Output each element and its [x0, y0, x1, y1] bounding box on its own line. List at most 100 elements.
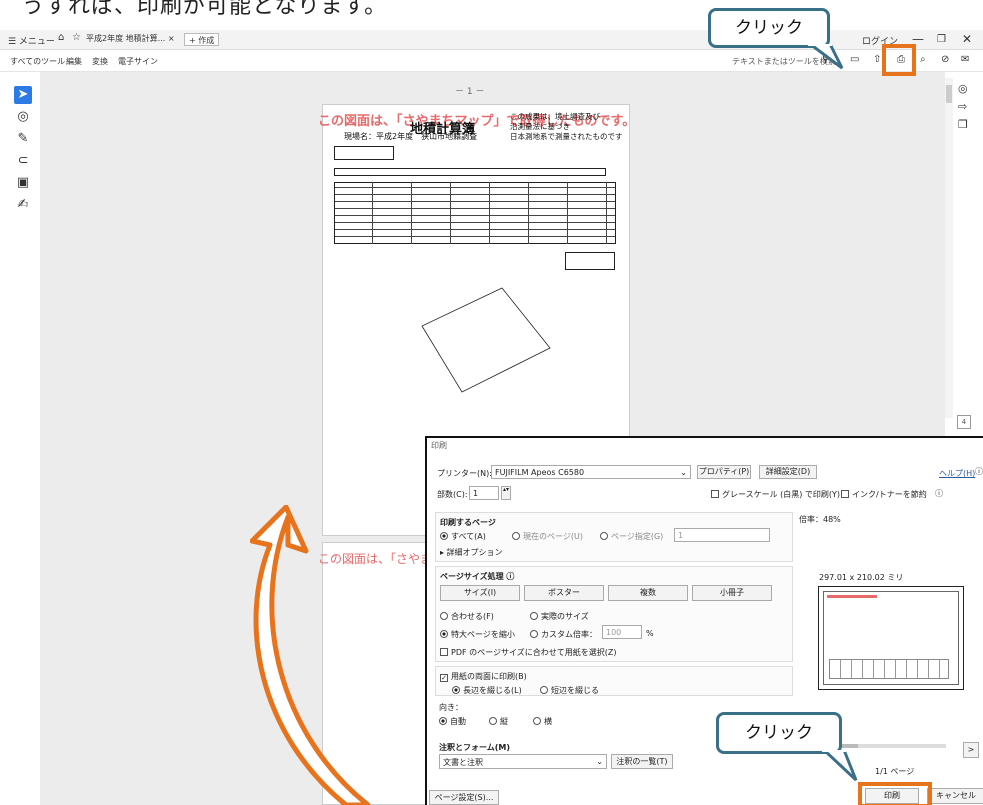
pdf-paper-checkbox[interactable]: PDF のページサイズに合わせて用紙を選択(Z): [440, 647, 616, 658]
next-page-button[interactable]: >: [963, 742, 979, 758]
page-sizing-info-icon[interactable]: ⓘ: [506, 572, 514, 581]
survey-note-line-1: この成果は、境土調査及び: [510, 112, 600, 121]
link-icon[interactable]: ⊘: [941, 54, 949, 65]
comments-select[interactable]: 文書と注釈 ⌄: [439, 754, 607, 769]
radio-shrink[interactable]: 特大ページを縮小: [440, 629, 515, 640]
radio-all[interactable]: すべて(A): [440, 531, 486, 542]
text-box-icon[interactable]: ▣: [14, 174, 32, 192]
radio-short-edge-dot[interactable]: [540, 686, 548, 694]
properties-button[interactable]: プロパティ(P): [697, 465, 751, 479]
radio-auto-dot[interactable]: [439, 717, 447, 725]
radio-shrink-dot[interactable]: [440, 630, 448, 638]
grayscale-checkbox[interactable]: グレースケール (白黒) で印刷(Y): [711, 489, 840, 500]
callout-top-tail: [807, 44, 844, 70]
upload-icon[interactable]: ⇧: [873, 54, 881, 65]
help-link[interactable]: ヘルプ(H): [939, 468, 975, 479]
radio-fit-dot[interactable]: [440, 612, 448, 620]
owner-row: [334, 168, 606, 176]
radio-auto[interactable]: 自動: [439, 716, 466, 727]
advanced-button[interactable]: 詳細設定(D): [759, 465, 817, 479]
mail-icon[interactable]: ✉: [961, 54, 969, 65]
size-button[interactable]: サイズ(I): [440, 585, 520, 601]
radio-range[interactable]: ページ指定(G): [600, 531, 663, 542]
panel-icon[interactable]: ▭: [850, 54, 859, 65]
radio-fit[interactable]: 合わせる(F): [440, 611, 494, 622]
radio-portrait-dot[interactable]: [489, 717, 497, 725]
poster-button[interactable]: ポスター: [524, 585, 604, 601]
radio-current-dot[interactable]: [512, 532, 520, 540]
save-ink-box[interactable]: [841, 490, 849, 498]
document-tab[interactable]: 平成2年度 地積計算... ×: [86, 33, 186, 47]
site-name: 現場名：平成2年度 狭山市地籍調査: [344, 132, 478, 141]
pen-icon[interactable]: ✎: [14, 130, 32, 148]
radio-range-dot[interactable]: [600, 532, 608, 540]
radio-shrink-label: 特大ページを縮小: [451, 630, 515, 639]
radio-custom[interactable]: カスタム倍率：: [530, 629, 597, 640]
signature-icon[interactable]: ✍: [14, 196, 32, 214]
select-arrow-icon[interactable]: ➤: [14, 86, 32, 104]
zoom-icon[interactable]: ◎: [958, 82, 968, 95]
copies-input[interactable]: 1: [469, 486, 499, 500]
help-icon[interactable]: ⓘ: [975, 466, 983, 477]
pdf-paper-box[interactable]: [440, 648, 448, 656]
duplex-checkbox[interactable]: ✓ 用紙の両面に印刷(B): [440, 671, 527, 682]
copies-label: 部数(C):: [437, 490, 468, 499]
info-icon: ⓘ: [935, 489, 943, 498]
export-icon[interactable]: ⇨: [958, 100, 967, 113]
menu-edit[interactable]: 編集: [66, 56, 82, 67]
preview-title-block: [829, 659, 949, 679]
grayscale-box[interactable]: [711, 490, 719, 498]
menu-convert[interactable]: 変換: [92, 56, 108, 67]
cancel-button[interactable]: キャンセル: [927, 788, 983, 804]
comments-list-button[interactable]: 注釈の一覧(T): [611, 754, 673, 769]
save-ink-label: インク/トナーを節約: [852, 490, 927, 499]
menu-all-tools[interactable]: すべてのツール: [10, 56, 65, 67]
more-options-toggle[interactable]: ▸ 詳細オプション: [440, 547, 503, 558]
comments-title: 注釈とフォーム(M): [439, 743, 511, 752]
radio-long-edge[interactable]: 長辺を綴じる(L): [452, 685, 522, 696]
star-icon[interactable]: ☆: [72, 32, 81, 43]
radio-landscape-dot[interactable]: [533, 717, 541, 725]
radio-landscape[interactable]: 横: [533, 716, 552, 727]
page-number: － 1 －: [455, 87, 485, 97]
radio-all-dot[interactable]: [440, 532, 448, 540]
paper-size-label: 297.01 x 210.02 ミリ: [819, 573, 904, 582]
comment-icon[interactable]: ◎: [14, 108, 32, 126]
menu-esign[interactable]: 電子サイン: [118, 56, 158, 67]
scrollbar-thumb[interactable]: [946, 85, 952, 103]
radio-short-edge[interactable]: 短辺を綴じる: [540, 685, 599, 696]
custom-scale-input[interactable]: 100: [602, 625, 642, 639]
search-doc-icon[interactable]: ⌕: [920, 54, 926, 65]
page-range-input[interactable]: 1: [674, 528, 770, 542]
tab-close-icon[interactable]: ×: [168, 34, 175, 43]
survey-note-line-3: 日本測地系で測量されたものです: [510, 132, 623, 141]
booklet-button[interactable]: 小冊子: [692, 585, 772, 601]
radio-custom-dot[interactable]: [530, 630, 538, 638]
radio-actual-dot[interactable]: [530, 612, 538, 620]
save-ink-checkbox[interactable]: インク/トナーを節約: [841, 489, 927, 500]
duplex-label: 用紙の両面に印刷(B): [451, 672, 527, 681]
radio-current[interactable]: 現在のページ(U): [512, 531, 583, 542]
home-icon[interactable]: ⌂: [58, 32, 64, 43]
menu-button[interactable]: ☰ メニュー: [8, 34, 55, 47]
print-preview: [818, 586, 964, 690]
radio-custom-label: カスタム倍率：: [541, 630, 597, 639]
maximize-icon[interactable]: ❐: [937, 34, 946, 45]
print-icon-highlight: [882, 44, 916, 76]
close-icon[interactable]: ✕: [962, 32, 972, 46]
radio-portrait[interactable]: 縦: [489, 716, 508, 727]
vertical-scrollbar[interactable]: [945, 78, 953, 418]
radio-actual[interactable]: 実際のサイズ: [530, 611, 589, 622]
page-setup-button[interactable]: ページ設定(S)...: [429, 790, 499, 805]
multiple-button[interactable]: 複数: [608, 585, 688, 601]
draw-icon[interactable]: ⊂: [14, 152, 32, 170]
new-tab-button[interactable]: + 作成: [184, 33, 220, 46]
copy-icon[interactable]: ❐: [958, 118, 968, 131]
duplex-box[interactable]: ✓: [440, 674, 448, 682]
printer-select[interactable]: FUJIFILM Apeos C6580 ⌄: [491, 465, 691, 479]
printer-label: プリンター(N):: [437, 469, 492, 478]
radio-current-label: 現在のページ(U): [523, 532, 583, 541]
page-indicator[interactable]: 4: [957, 415, 971, 429]
copies-stepper[interactable]: ▴▾: [501, 486, 511, 500]
radio-long-edge-dot[interactable]: [452, 686, 460, 694]
